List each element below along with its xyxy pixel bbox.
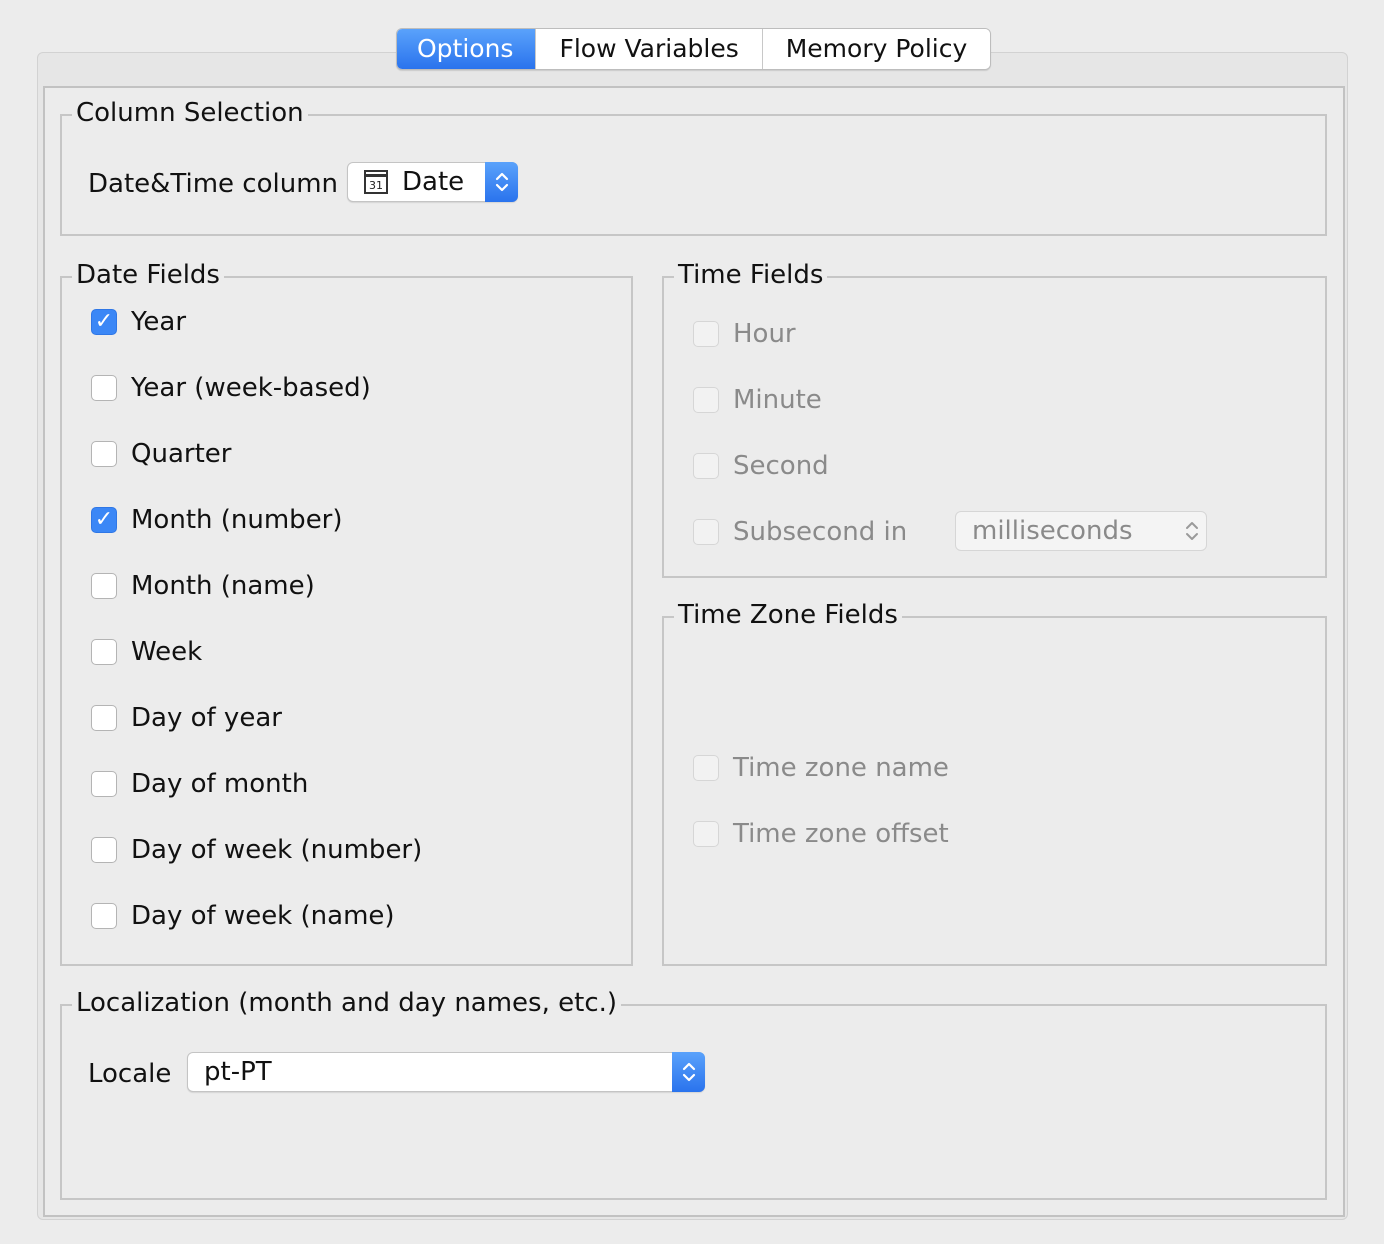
checkbox-box[interactable]	[91, 771, 117, 797]
checkbox-label: Day of year	[131, 703, 282, 733]
checkbox-time-zone-name[interactable]: Time zone name	[693, 751, 949, 785]
checkbox-label: Month (number)	[131, 505, 343, 535]
localization-title: Localization (month and day names, etc.)	[72, 986, 622, 1020]
checkbox-box[interactable]	[91, 639, 117, 665]
checkbox-box[interactable]	[91, 705, 117, 731]
checkbox-day-of-month[interactable]: Day of month	[91, 767, 308, 801]
checkbox-box[interactable]	[693, 453, 719, 479]
checkbox-label: Day of week (name)	[131, 901, 395, 931]
checkbox-box[interactable]	[693, 755, 719, 781]
checkbox-minute[interactable]: Minute	[693, 383, 822, 417]
checkmark-icon[interactable]: ✓	[91, 309, 117, 335]
locale-value: pt-PT	[204, 1057, 272, 1087]
checkbox-box[interactable]	[693, 321, 719, 347]
checkbox-month-name[interactable]: Month (name)	[91, 569, 315, 603]
calendar-icon: 31	[364, 170, 388, 194]
checkbox-box[interactable]	[91, 573, 117, 599]
checkbox-subsecond-in[interactable]: Subsecond in	[693, 515, 907, 549]
checkbox-quarter[interactable]: Quarter	[91, 437, 231, 471]
checkbox-label: Day of week (number)	[131, 835, 423, 865]
checkbox-label: Second	[733, 451, 829, 481]
checkbox-label: Hour	[733, 319, 796, 349]
checkbox-box[interactable]	[693, 821, 719, 847]
checkbox-label: Year	[131, 307, 187, 337]
localization-group: Localization (month and day names, etc.)…	[60, 986, 1327, 1200]
checkbox-day-of-week-number[interactable]: Day of week (number)	[91, 833, 422, 867]
locale-label: Locale	[88, 1059, 172, 1089]
checkbox-box[interactable]	[91, 441, 117, 467]
checkbox-label: Time zone name	[733, 753, 949, 783]
chevron-updown-icon	[1184, 518, 1200, 548]
chevron-updown-icon[interactable]	[485, 162, 518, 202]
checkbox-box[interactable]	[91, 375, 117, 401]
column-selection-group: Column Selection Date&Time column 31 Dat…	[60, 96, 1327, 236]
options-panel: Column Selection Date&Time column 31 Dat…	[43, 86, 1345, 1217]
tab-flow-variables[interactable]: Flow Variables	[535, 29, 762, 69]
checkbox-label: Year (week-based)	[131, 373, 371, 403]
checkbox-label: Time zone offset	[733, 819, 949, 849]
checkbox-day-of-week-name[interactable]: Day of week (name)	[91, 899, 395, 933]
checkbox-label: Subsecond in	[733, 517, 908, 547]
checkbox-year[interactable]: ✓ Year	[91, 305, 186, 339]
checkbox-label: Month (name)	[131, 571, 315, 601]
time-fields-group: Time Fields Hour Minute Second Subsecond in…	[662, 258, 1327, 578]
checkbox-label: Day of month	[131, 769, 309, 799]
checkbox-label: Week	[131, 637, 203, 667]
time-zone-fields-title: Time Zone Fields	[674, 598, 902, 632]
checkbox-second[interactable]: Second	[693, 449, 829, 483]
chevron-updown-icon[interactable]	[672, 1052, 705, 1092]
checkbox-label: Quarter	[131, 439, 232, 469]
time-fields-title: Time Fields	[674, 258, 828, 292]
checkbox-box[interactable]	[693, 519, 719, 545]
checkbox-box[interactable]	[693, 387, 719, 413]
subsecond-unit-value: milliseconds	[972, 516, 1133, 546]
tab-bar: Options Flow Variables Memory Policy	[396, 28, 992, 70]
time-zone-fields-group: Time Zone Fields Time zone name Time zone…	[662, 598, 1327, 966]
date-time-column-label: Date&Time column	[88, 169, 339, 199]
date-time-column-select[interactable]: 31 Date	[347, 162, 518, 202]
checkbox-month-number[interactable]: ✓ Month (number)	[91, 503, 343, 537]
checkbox-label: Minute	[733, 385, 822, 415]
column-selection-title: Column Selection	[72, 96, 308, 130]
checkbox-time-zone-offset[interactable]: Time zone offset	[693, 817, 949, 851]
checkbox-box[interactable]	[91, 903, 117, 929]
checkbox-box[interactable]	[91, 837, 117, 863]
date-fields-title: Date Fields	[72, 258, 224, 292]
checkbox-year-week-based[interactable]: Year (week-based)	[91, 371, 371, 405]
subsecond-unit-select[interactable]: milliseconds	[955, 511, 1207, 551]
date-time-column-value: Date	[402, 167, 465, 197]
checkbox-day-of-year[interactable]: Day of year	[91, 701, 282, 735]
date-fields-group: Date Fields ✓ Year Year (week-based) Quarte…	[60, 258, 633, 966]
tab-memory-policy[interactable]: Memory Policy	[761, 29, 991, 69]
checkmark-icon[interactable]: ✓	[91, 507, 117, 533]
tab-options[interactable]: Options	[397, 29, 536, 69]
checkbox-week[interactable]: Week	[91, 635, 202, 669]
locale-select[interactable]: pt-PT	[187, 1052, 705, 1092]
checkbox-hour[interactable]: Hour	[693, 317, 796, 351]
